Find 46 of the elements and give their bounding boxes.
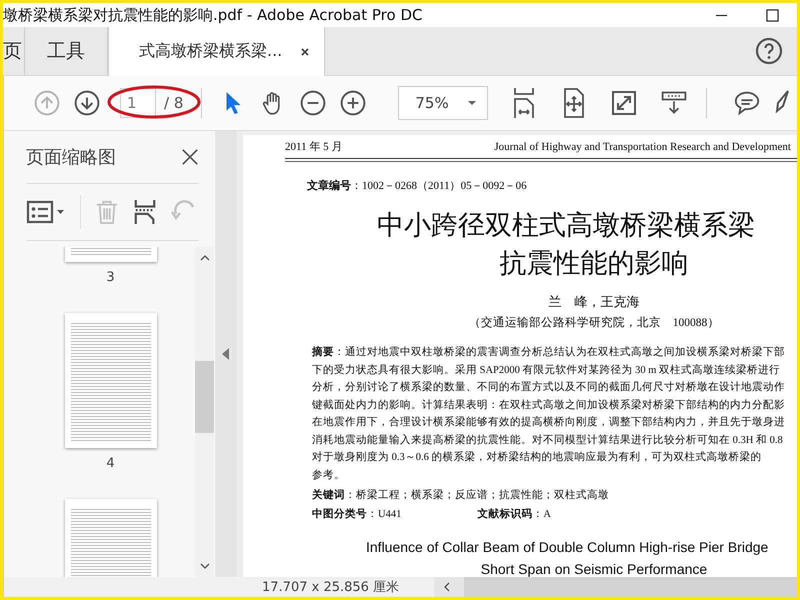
article-title: 抗震性能的影响: [498, 247, 690, 281]
pane-title: 页面缩略图: [26, 146, 116, 169]
authors: 兰 峰，王克海: [548, 293, 640, 311]
abstract-line: 在地震作用下，合理设计横系梁能够有效的提高横桥向刚度，调整下部结构内力，并且先于墩身进: [311, 415, 786, 430]
keywords: 关键词：桥梁工程；横系梁；反应谱；抗震性能；双柱式高墩: [311, 488, 610, 503]
document-code: 文献标识码：A: [477, 507, 551, 522]
tab[interactable]: 式高墩桥梁横系梁...: [108, 27, 326, 76]
extract-pages-icon[interactable]: [133, 198, 157, 226]
vertical-scrollbar[interactable]: [195, 247, 214, 577]
horizontal-scrollbar[interactable]: [434, 577, 797, 597]
abstract-line: 消耗地震动能量输入来提高桥梁的抗震性能。对不同模型计算结果进行比较分析可知在 0.3H 和 0.8: [311, 433, 784, 448]
running-header: 2011 年 5 月: [285, 140, 342, 154]
close-icon[interactable]: [300, 46, 310, 56]
abstract-line: 键截面处内力的影响。计算结果表明：在双柱式高墩之间加设横系梁对桥梁下部结构的内力分配影: [311, 398, 786, 412]
abstract-line: 参考。: [311, 468, 346, 482]
page-number: 4: [106, 456, 115, 471]
zoom-in-icon[interactable]: [340, 90, 366, 116]
caret-icon[interactable]: [467, 100, 478, 106]
page-number: 3: [106, 270, 115, 285]
close-icon[interactable]: [181, 148, 199, 166]
abstract-line: 摘要：通过对地震中双柱墩桥梁的震害调查分析总结认为在双柱式高墩之间加设横系梁对桥梁下部: [310, 345, 786, 360]
help-icon[interactable]: [755, 37, 783, 65]
window-title: 墩桥梁横系梁对抗震性能的影响.pdf - Adobe Acrobat Pro DC: [3, 6, 422, 24]
journal-name: Journal of Highway and Transportation Research and Development: [494, 141, 791, 153]
affiliation: （交通运输部公路科学研究院，北京 100088）: [468, 315, 720, 330]
scrollbar-thumb[interactable]: [195, 361, 214, 433]
collapse-arrow-icon[interactable]: [222, 348, 230, 360]
scroll-down-icon[interactable]: [200, 563, 210, 569]
zoom-dropdown[interactable]: 75%: [398, 86, 488, 120]
english-title: Influence of Collar Beam of Double Column High-rise Pier Bridge: [365, 538, 770, 557]
options-icon[interactable]: [26, 199, 66, 225]
abstract-line: 对于墩身刚度为 0.3～0.6 的横系梁，对桥梁结构的地震响应最为有利，可为双柱式高墩桥梁的: [311, 450, 762, 465]
page-total: / 8: [164, 94, 184, 112]
article-title: 中小跨径双柱式高墩桥梁横系梁: [376, 209, 756, 243]
page-thumbnail[interactable]: [64, 313, 156, 448]
abstract-line: 分析，分别讨论了横系梁的数量、不同的布置方式以及不同的截面几何尺寸对桥墩在设计地震动作: [311, 380, 786, 395]
abstract-line: 下的受力状态具有很大影响。采用 SAP2000 有限元软件对某跨径为 30 m 双柱式高墩连续梁桥进行: [311, 363, 782, 378]
zoom-out-icon[interactable]: [300, 90, 326, 116]
english-title: Short Span on Seismic Performance: [480, 560, 708, 577]
page-size: 17.707 x 25.856 厘米: [261, 579, 400, 596]
classification-number: 中图分类号：U441: [312, 507, 402, 522]
maximize-icon[interactable]: [766, 8, 779, 22]
scroll-up-icon[interactable]: [200, 255, 210, 261]
scroll-left-icon[interactable]: [444, 582, 450, 592]
article-number: 文章编号：1002－0268（2011）05－0092－06: [306, 178, 528, 193]
tab[interactable]: 页: [3, 27, 25, 75]
